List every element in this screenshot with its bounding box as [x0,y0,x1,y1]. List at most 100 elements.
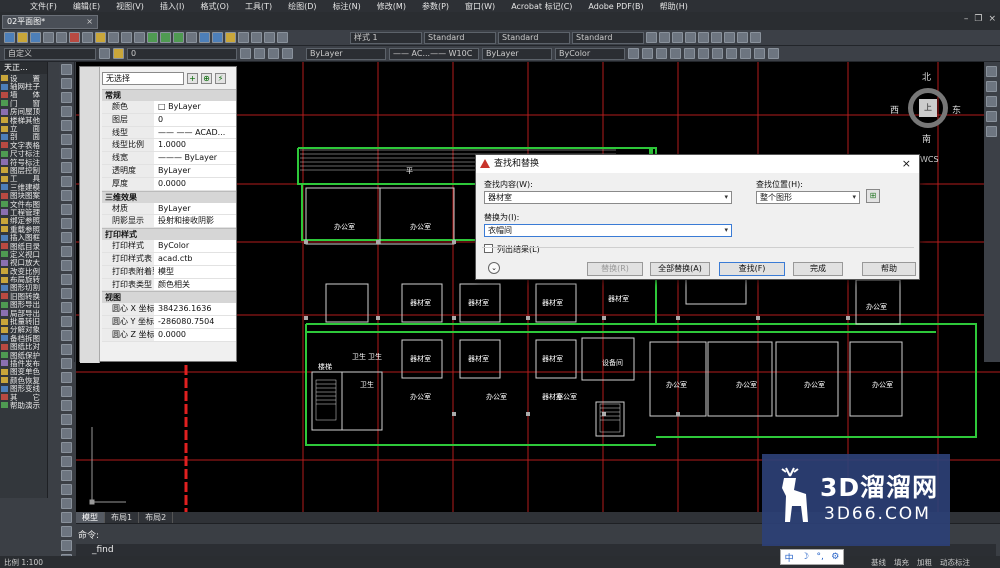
menu-panel-item[interactable]: 轴网柱子 [0,82,47,91]
zoom-nav-icon[interactable] [986,96,997,107]
menu-panel-item[interactable]: 视口放大 [0,259,47,267]
palette-grip[interactable] [80,67,100,363]
menu-panel-item[interactable]: 符号标注 [0,158,47,166]
menu-panel-item[interactable]: 图形导出 [0,301,47,309]
toggle-pickadd-icon[interactable]: + [187,72,198,84]
property-value[interactable]: 0.0000 [154,328,236,341]
menu-panel-item[interactable]: 图形变线 [0,384,47,393]
menu-panel-item[interactable]: 重载参照 [0,225,47,233]
dim-icon[interactable] [659,32,670,43]
undo-icon[interactable] [121,32,132,43]
layer-icon[interactable] [672,32,683,43]
layer-manager-icon[interactable] [113,48,124,59]
status-toggle[interactable]: 动态标注 [940,557,970,568]
trim-icon[interactable] [61,470,72,481]
tool-g-icon[interactable] [712,48,723,59]
menu-panel-item[interactable]: 其 它 [0,393,47,401]
menu-item[interactable]: 修改(M) [377,1,406,12]
showmotion-icon[interactable] [986,126,997,137]
property-value[interactable]: 模型 [154,265,236,278]
menu-panel-item[interactable]: 布局旋转 [0,275,47,284]
close-window-icon[interactable]: × [988,14,996,24]
menu-panel-item[interactable]: 颜色恢复 [0,376,47,384]
menu-item[interactable]: 视图(V) [116,1,144,12]
gear-icon[interactable] [99,48,110,59]
property-row[interactable]: 厚度 0.0000 [102,177,236,191]
property-value[interactable]: ByLayer [154,164,236,177]
cut-icon[interactable] [69,32,80,43]
property-value[interactable]: ByLayer [154,202,236,215]
insert-icon[interactable] [61,218,72,229]
color-select[interactable]: ByLayer [306,47,386,60]
block-icon[interactable] [61,232,72,243]
tool-palette-icon[interactable] [225,32,236,43]
property-section-header[interactable]: 三维效果 [102,190,236,203]
copy-icon[interactable] [61,358,72,369]
tool-d-icon[interactable] [670,48,681,59]
new-icon[interactable] [4,32,15,43]
property-value[interactable]: 0.0000 [154,177,236,190]
menu-item[interactable]: 窗口(W) [465,1,495,12]
line-icon[interactable] [61,64,72,75]
menu-item[interactable]: 编辑(E) [73,1,100,12]
menu-panel-item[interactable]: 改变比例 [0,267,47,275]
orbit-icon[interactable] [986,111,997,122]
status-toggle[interactable]: 填充 [894,557,909,568]
ellipse-icon[interactable] [61,190,72,201]
close-icon[interactable]: × [86,16,93,28]
menu-panel-item[interactable]: 图纸比对 [0,343,47,351]
replace-button[interactable]: 替换(R) [587,262,643,276]
mleader-style-select[interactable]: Standard [572,31,644,44]
menu-panel-item[interactable]: 图纸目录 [0,242,47,250]
properties-icon[interactable] [199,32,210,43]
help-icon[interactable] [277,32,288,43]
rectangle-icon[interactable] [61,120,72,131]
zoom-icon[interactable] [160,32,171,43]
save-icon[interactable] [30,32,41,43]
pan-icon[interactable] [147,32,158,43]
chamfer-icon[interactable] [61,526,72,537]
paste-icon[interactable] [95,32,106,43]
extend-icon[interactable] [61,484,72,495]
menu-panel-item[interactable]: 帮助演示 [0,401,47,410]
property-row[interactable]: 线型 —— —— ACAD... [102,126,236,140]
cloud-icon[interactable] [61,162,72,173]
menu-panel-item[interactable]: 插件发布 [0,359,47,368]
property-row[interactable]: 圆心 Z 坐标 0.0000 [102,328,236,342]
calc-icon[interactable] [264,32,275,43]
property-row[interactable]: 线宽 ——— ByLayer [102,152,236,165]
lineweight-select[interactable]: ByLayer [482,47,552,60]
property-row[interactable]: 图层 0 [102,113,236,127]
menu-panel-item[interactable]: 插入图框 [0,233,47,242]
menu-item[interactable]: 帮助(H) [660,1,688,12]
replace-all-button[interactable]: 全部替换(A) [650,262,710,276]
property-value[interactable]: ByColor [154,240,236,252]
menu-panel-item[interactable]: 分解对象 [0,326,47,334]
menu-item[interactable]: 工具(T) [245,1,272,12]
point-icon[interactable] [61,246,72,257]
annotation-scale[interactable]: 比例 1:100 [4,557,43,568]
layout-tab[interactable]: 模型 [76,512,105,523]
print-icon[interactable] [43,32,54,43]
text-icon[interactable] [61,330,72,341]
property-value[interactable]: —— —— ACAD... [154,126,236,139]
property-row[interactable]: 打印样式 ByColor [102,240,236,253]
array-icon[interactable] [61,400,72,411]
spline-icon[interactable] [61,176,72,187]
hatch-icon[interactable] [61,260,72,271]
compass-east[interactable]: 东 [952,103,961,116]
property-value[interactable]: □ ByLayer [154,101,236,113]
compass-south[interactable]: 南 [922,132,931,145]
property-row[interactable]: 颜色 □ ByLayer [102,101,236,114]
expand-options-icon[interactable]: ⌄ [488,262,500,274]
menu-panel-item[interactable]: 图层控制 [0,166,47,175]
property-value[interactable]: acad.ctb [154,252,236,265]
erase-icon[interactable] [61,344,72,355]
menu-panel-item[interactable]: 墙 体 [0,91,47,99]
menu-panel-item[interactable]: 图形切割 [0,284,47,292]
compass-north[interactable]: 北 [922,70,931,83]
replace-input[interactable]: 衣帽间 ▾ [484,224,732,237]
arc-icon[interactable] [61,134,72,145]
menu-panel-item[interactable]: 工 具 [0,175,47,183]
property-row[interactable]: 圆心 Y 坐标 -286080.7504 [102,316,236,329]
